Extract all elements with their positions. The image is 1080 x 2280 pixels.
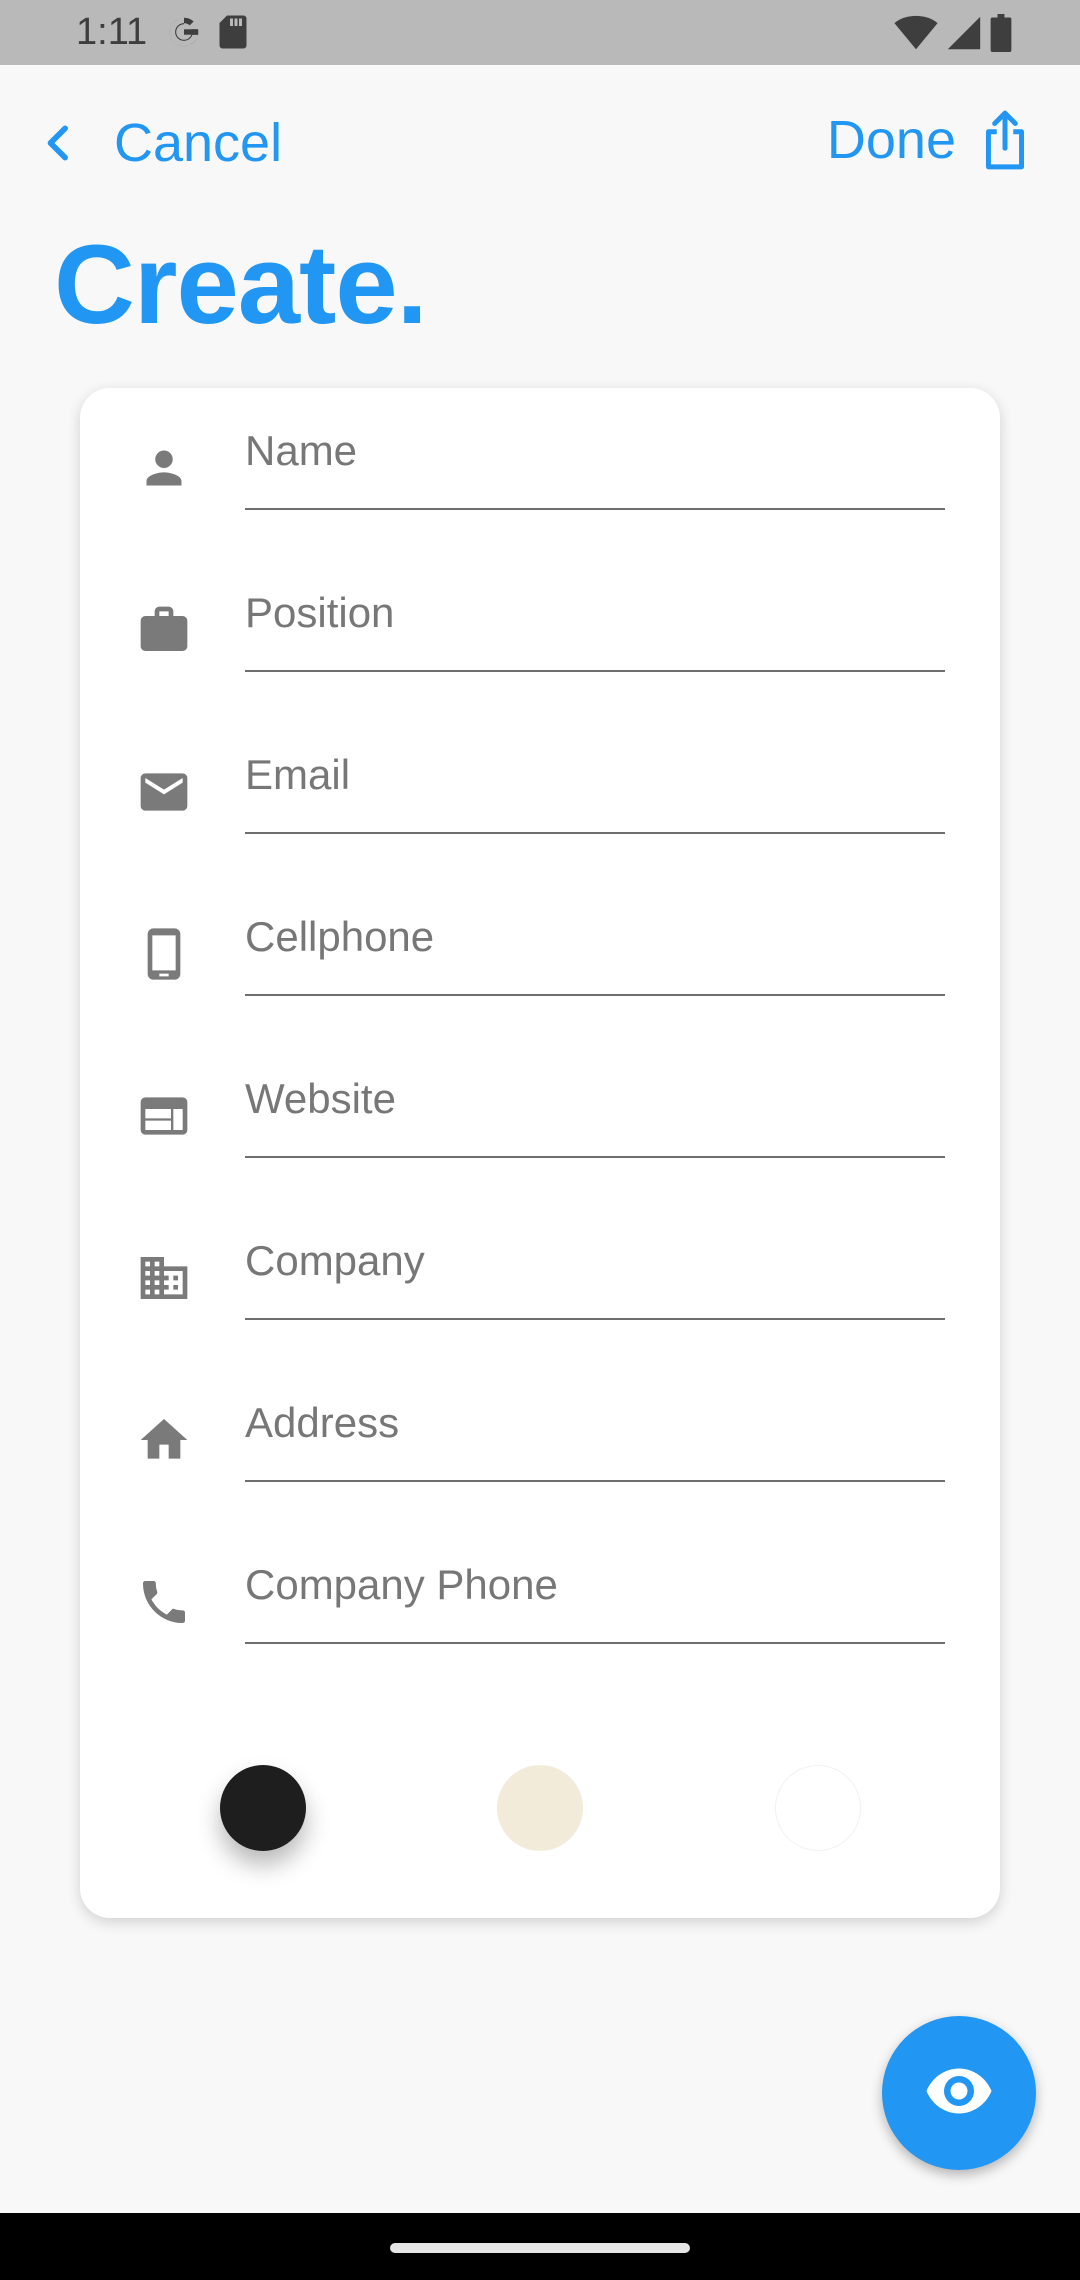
color-swatch-white[interactable] xyxy=(775,1765,861,1851)
status-time: 1:11 xyxy=(76,11,148,53)
done-label: Done xyxy=(826,110,956,170)
email-input[interactable] xyxy=(245,738,945,834)
wifi-icon xyxy=(894,15,938,56)
person-icon xyxy=(136,440,192,496)
website-field-row xyxy=(80,1036,1000,1198)
website-input[interactable] xyxy=(245,1062,945,1158)
share-icon xyxy=(980,109,1030,171)
cellphone-field-row xyxy=(80,874,1000,1036)
contact-form-card xyxy=(80,388,1000,1918)
address-field-row xyxy=(80,1360,1000,1522)
status-right-icons xyxy=(894,14,1012,57)
cellphone-input[interactable] xyxy=(245,900,945,996)
home-indicator[interactable] xyxy=(390,2243,690,2253)
email-field-row xyxy=(80,712,1000,874)
color-swatch-black[interactable] xyxy=(220,1765,306,1851)
company-phone-input[interactable] xyxy=(245,1548,945,1644)
system-navigation-bar xyxy=(0,2213,1080,2280)
name-field-row xyxy=(80,388,1000,550)
phone-icon xyxy=(136,1574,192,1630)
color-swatches xyxy=(80,1753,1000,1863)
company-input[interactable] xyxy=(245,1224,945,1320)
position-input[interactable] xyxy=(245,576,945,672)
page-title: Create. xyxy=(54,222,428,347)
email-icon xyxy=(136,764,192,820)
battery-icon xyxy=(990,14,1012,57)
web-icon xyxy=(136,1088,192,1144)
chevron-left-icon xyxy=(44,123,78,163)
position-field-row xyxy=(80,550,1000,712)
preview-fab-button[interactable] xyxy=(882,2016,1036,2170)
cell-signal-icon xyxy=(946,15,982,56)
cancel-label: Cancel xyxy=(114,113,283,173)
status-bar: 1:11 xyxy=(0,0,1080,65)
nav-bar: Cancel Done xyxy=(0,65,1080,225)
done-button[interactable]: Done xyxy=(827,109,1030,171)
business-icon xyxy=(136,1250,192,1306)
company-phone-field-row xyxy=(80,1522,1000,1684)
cancel-button[interactable]: Cancel xyxy=(44,112,282,174)
color-swatch-cream[interactable] xyxy=(497,1765,583,1851)
eye-icon xyxy=(924,2066,994,2121)
status-left-icons xyxy=(166,13,248,56)
google-icon xyxy=(166,13,202,56)
smartphone-icon xyxy=(136,926,192,982)
home-icon xyxy=(136,1412,192,1468)
sd-card-icon xyxy=(218,13,248,56)
address-input[interactable] xyxy=(245,1386,945,1482)
briefcase-icon xyxy=(136,602,192,658)
company-field-row xyxy=(80,1198,1000,1360)
name-input[interactable] xyxy=(245,414,945,510)
